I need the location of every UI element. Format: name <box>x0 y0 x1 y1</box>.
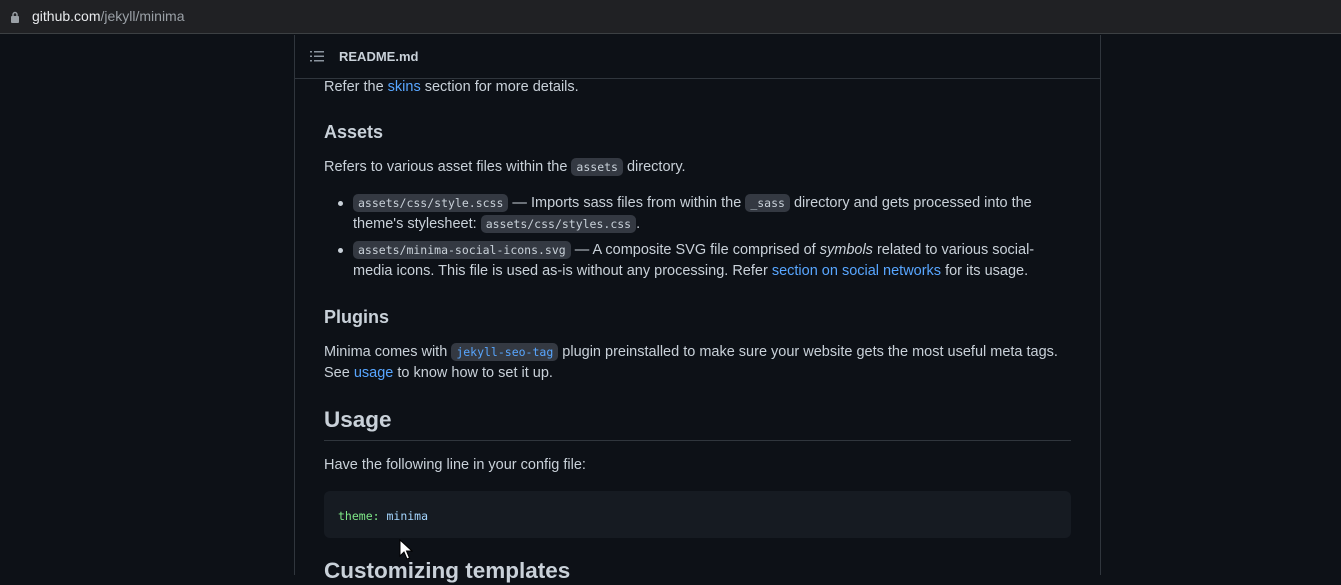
url-path: /jekyll/minima <box>100 8 185 24</box>
bullet <box>338 248 343 253</box>
plugins-heading: Plugins <box>324 307 390 327</box>
assets-intro-suffix: directory. <box>622 159 686 175</box>
list-icon[interactable] <box>310 50 324 63</box>
url-field[interactable]: github.com/jekyll/minima <box>0 0 1341 33</box>
assets-list: assets/css/style.scss — Imports sass fil… <box>324 193 1071 287</box>
plugins-suffix: to know how to set it up. <box>393 365 553 381</box>
plugins-paragraph: Minima comes with jekyll-seo-tag plugin … <box>324 342 1071 384</box>
sass-dir-code: _sass <box>745 194 790 212</box>
code-line: theme: minima <box>338 506 428 527</box>
usage-link[interactable]: usage <box>354 365 394 381</box>
usage-heading: Usage <box>324 407 392 432</box>
item-text: for its usage. <box>941 263 1029 279</box>
skins-prefix: Refer the <box>324 79 388 95</box>
assets-code: assets <box>571 158 623 176</box>
url-host: github.com <box>32 8 101 24</box>
heading-divider <box>324 440 1071 441</box>
jekyll-seo-tag-code[interactable]: jekyll-seo-tag <box>451 343 559 361</box>
bullet <box>338 201 343 206</box>
symbols-emphasis: symbols <box>819 242 873 258</box>
skins-suffix: section for more details. <box>420 79 579 95</box>
skins-link[interactable]: skins <box>388 79 421 95</box>
customizing-heading: Customizing templates <box>324 558 571 583</box>
skins-paragraph: Refer the skins section for more details… <box>324 77 579 98</box>
item-text: — A composite SVG file comprised of <box>570 242 820 258</box>
plugins-prefix: Minima comes with <box>324 344 452 360</box>
social-networks-link[interactable]: section on social networks <box>772 263 941 279</box>
item-text: . <box>636 216 641 232</box>
assets-intro-prefix: Refers to various asset files within the <box>324 159 572 175</box>
readme-panel: README.md Refer the skins section for mo… <box>294 35 1101 583</box>
code-key: theme: <box>338 509 380 523</box>
readme-filename: README.md <box>339 49 419 64</box>
mouse-cursor-icon <box>399 539 413 560</box>
browser-address-bar: github.com/jekyll/minima <box>0 0 1341 34</box>
assets-heading: Assets <box>324 122 384 142</box>
assets-intro: Refers to various asset files within the… <box>324 157 686 178</box>
list-item: assets/css/style.scss — Imports sass fil… <box>338 193 1071 235</box>
config-code-block[interactable]: theme: minima <box>324 491 1071 538</box>
code-value: minima <box>379 509 429 523</box>
style-scss-code: assets/css/style.scss <box>353 194 509 212</box>
item-text: — Imports sass files from within the <box>508 195 746 211</box>
list-item: assets/minima-social-icons.svg — A compo… <box>338 240 1071 282</box>
readme-header: README.md <box>295 35 1100 79</box>
social-icons-code: assets/minima-social-icons.svg <box>353 241 571 259</box>
url-text[interactable]: github.com/jekyll/minima <box>32 8 185 25</box>
styles-css-code: assets/css/styles.css <box>480 215 637 233</box>
usage-paragraph: Have the following line in your config f… <box>324 457 586 473</box>
lock-icon <box>11 11 19 23</box>
